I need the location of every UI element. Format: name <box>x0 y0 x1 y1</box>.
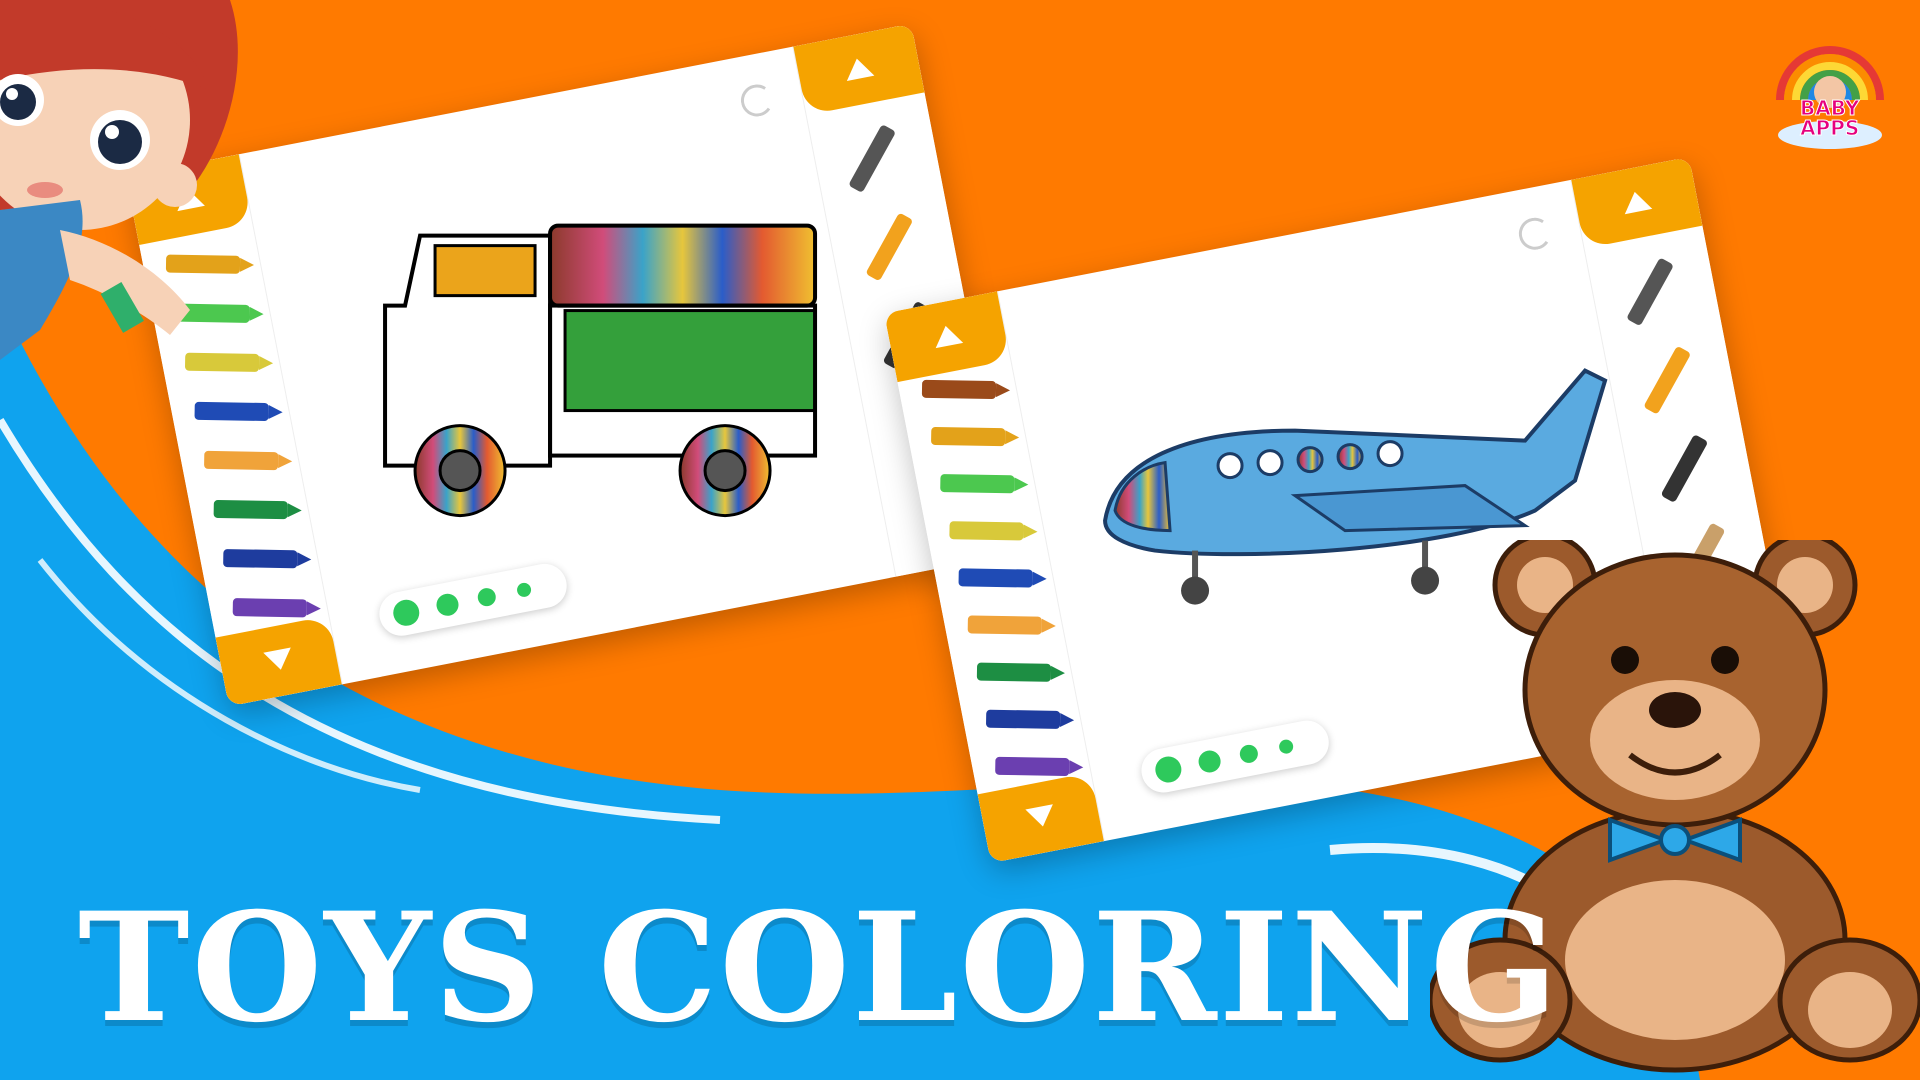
crayon-dark-green[interactable] <box>213 499 288 520</box>
progress-dot <box>515 581 533 599</box>
pencil-orange-icon[interactable] <box>865 212 914 282</box>
page-title: TOYS COLORING <box>78 880 1561 1056</box>
arrow-up-icon <box>843 55 875 81</box>
crayon-blue[interactable] <box>194 401 269 422</box>
crayon-orange[interactable] <box>967 615 1042 635</box>
crayon-dark-green[interactable] <box>976 662 1052 682</box>
progress-dot <box>1196 748 1223 775</box>
crayon-navy[interactable] <box>223 549 298 569</box>
logo-text: BABY APPS <box>1799 96 1860 140</box>
progress-dot <box>434 591 461 618</box>
progress-dot <box>391 597 422 629</box>
logo-line-1: BABY <box>1799 96 1860 120</box>
brush-icon[interactable] <box>1660 434 1709 504</box>
crayon-orange[interactable] <box>204 450 279 471</box>
arrow-down-icon <box>1025 804 1057 830</box>
logo-line-2: APPS <box>1800 116 1860 140</box>
crayon-yellow[interactable] <box>949 521 1024 541</box>
pencil-gray-icon[interactable] <box>848 124 897 194</box>
girl-character-image <box>0 0 238 360</box>
progress-dot <box>476 586 498 608</box>
arrow-up-icon <box>1620 189 1653 215</box>
pencil-gray-icon[interactable] <box>1626 257 1675 327</box>
progress-dot <box>1153 754 1184 785</box>
crayon-green[interactable] <box>940 474 1015 494</box>
crayon-yellow-orange[interactable] <box>931 426 1006 447</box>
progress-dot <box>1277 738 1295 755</box>
crayon-brown[interactable] <box>921 379 997 400</box>
crayon-purple[interactable] <box>232 598 307 618</box>
truck-drawing <box>383 223 818 518</box>
crayon-blue[interactable] <box>958 568 1033 588</box>
drawing-canvas[interactable] <box>239 47 897 685</box>
pencil-orange-icon[interactable] <box>1643 345 1692 415</box>
progress-dot <box>1238 743 1260 765</box>
crayon-navy[interactable] <box>985 709 1061 729</box>
arrow-up-icon <box>931 323 964 349</box>
arrow-down-icon <box>263 647 295 673</box>
crayon-purple[interactable] <box>995 756 1070 777</box>
